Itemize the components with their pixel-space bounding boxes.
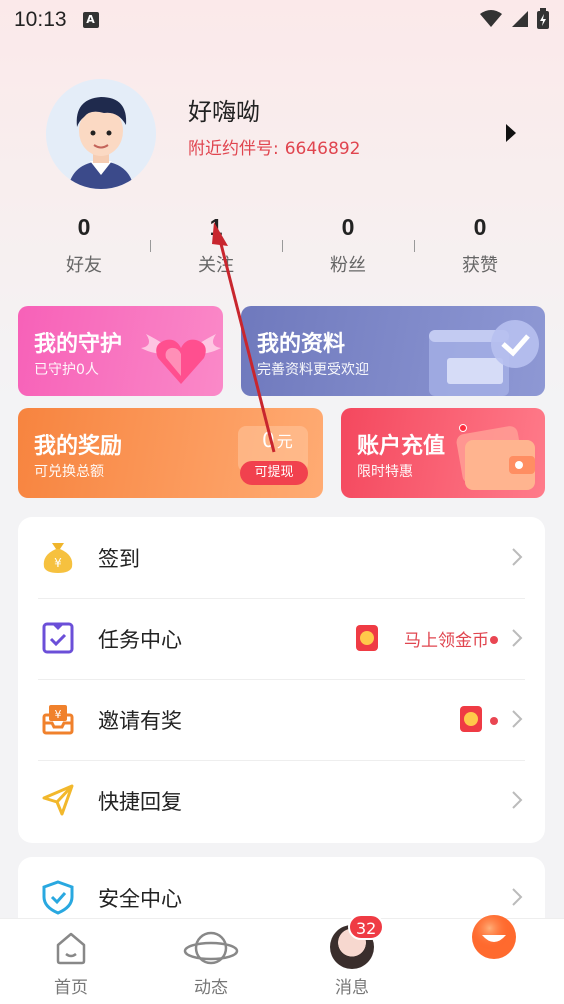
tab-label: 动态: [194, 978, 228, 998]
chevron-right-icon: [512, 629, 523, 647]
card-title: 我的守护: [34, 332, 123, 357]
stat-label: 粉丝: [330, 255, 366, 276]
tab-label: 消息: [335, 978, 369, 998]
chevron-right-icon: [512, 888, 523, 906]
tab-me[interactable]: [442, 915, 542, 1004]
stat-label: 关注: [198, 255, 234, 276]
notification-icon: A: [82, 12, 99, 28]
smile-orb-icon: [472, 915, 516, 959]
user-id-value: 6646892: [284, 139, 361, 159]
stat-likes[interactable]: 0 获赞: [414, 214, 546, 284]
card-subtitle: 完善资料更受欢迎: [257, 362, 369, 378]
card-title: 账户充值: [357, 434, 446, 459]
my-profile-card[interactable]: 我的资料 完善资料更受欢迎: [241, 306, 545, 396]
status-time: 10:13: [14, 8, 67, 31]
card-title: 我的奖励: [34, 434, 123, 459]
avatar-illustration: [46, 79, 156, 189]
stat-friends[interactable]: 0 好友: [18, 214, 150, 284]
tab-moments[interactable]: 动态: [161, 919, 261, 1004]
reward-amount-value: 0: [262, 428, 275, 452]
chevron-right-icon: [512, 548, 523, 566]
profile-arrow-icon[interactable]: [504, 122, 518, 144]
send-plane-icon: [42, 784, 74, 816]
bottom-tab-bar: 首页 动态 消息: [0, 915, 564, 1004]
user-id-label: 附近约伴号:: [188, 139, 279, 159]
notification-dot: [490, 717, 498, 725]
profile-doc-icon: [429, 320, 539, 396]
menu-item-task-center[interactable]: 任务中心 马上领金币: [18, 598, 545, 679]
recharge-card[interactable]: 账户充值 限时特惠: [341, 408, 545, 498]
card-subtitle: 限时特惠: [357, 464, 413, 480]
wifi-icon: [480, 10, 502, 27]
menu-item-quick-reply[interactable]: 快捷回复: [18, 760, 545, 841]
user-id: 附近约伴号: 6646892: [188, 134, 360, 159]
signal-icon: [512, 11, 528, 27]
wallet-icon: [456, 426, 535, 490]
status-icons: [480, 8, 550, 30]
svg-text:¥: ¥: [55, 708, 62, 721]
username: 好嗨呦: [188, 98, 260, 126]
svg-text:¥: ¥: [54, 556, 62, 570]
chevron-right-icon: [512, 791, 523, 809]
stat-label: 获赞: [462, 255, 498, 276]
recharge-notification-dot: [459, 424, 467, 432]
reward-amount: 0元: [262, 428, 293, 452]
stat-value: 0: [341, 214, 355, 240]
menu-list: ¥ 签到 任务中心 马上领金币 ¥ 邀请有奖 快捷回复: [18, 517, 545, 843]
stat-value: 0: [473, 214, 487, 240]
stat-following[interactable]: 1 关注: [150, 214, 282, 284]
gold-coin-icon: [356, 625, 378, 651]
stats-row: 0 好友 1 关注 0 粉丝 0 获赞: [18, 214, 546, 284]
card-subtitle: 已守护0人: [34, 362, 99, 378]
chevron-right-icon: [512, 710, 523, 728]
reward-amount-unit: 元: [276, 432, 293, 451]
card-title: 我的资料: [257, 332, 346, 357]
stat-fans[interactable]: 0 粉丝: [282, 214, 414, 284]
withdraw-button[interactable]: 可提现: [240, 461, 308, 485]
money-bag-icon: ¥: [43, 543, 73, 573]
menu-label: 任务中心: [98, 627, 182, 652]
task-checkbox-icon: [42, 622, 74, 654]
menu-item-checkin[interactable]: ¥ 签到: [18, 517, 545, 598]
battery-icon: [537, 8, 549, 29]
menu-label: 邀请有奖: [98, 708, 182, 733]
menu-label: 快捷回复: [98, 789, 182, 814]
winged-heart-icon: [141, 334, 221, 384]
stat-label: 好友: [66, 255, 102, 276]
tab-label: 首页: [54, 978, 88, 998]
invite-envelope-icon: ¥: [42, 705, 74, 735]
notification-dot: [490, 636, 498, 644]
stat-value: 0: [77, 214, 91, 240]
stat-value: 1: [209, 214, 223, 240]
planet-icon: [183, 931, 239, 965]
menu-label: 安全中心: [98, 886, 182, 911]
message-count-badge: 32: [348, 914, 385, 940]
gold-coin-icon: [460, 706, 482, 732]
task-promo-text: 马上领金币: [404, 631, 489, 651]
card-subtitle: 可兑换总额: [34, 464, 104, 480]
avatar[interactable]: [46, 79, 156, 189]
menu-item-invite[interactable]: ¥ 邀请有奖: [18, 679, 545, 760]
home-icon: [56, 932, 86, 965]
menu-label: 签到: [98, 546, 140, 571]
shield-check-icon: [42, 880, 74, 915]
status-bar: 10:13 A: [0, 0, 564, 40]
my-guard-card[interactable]: 我的守护 已守护0人: [18, 306, 223, 396]
tab-home[interactable]: 首页: [21, 919, 121, 1004]
